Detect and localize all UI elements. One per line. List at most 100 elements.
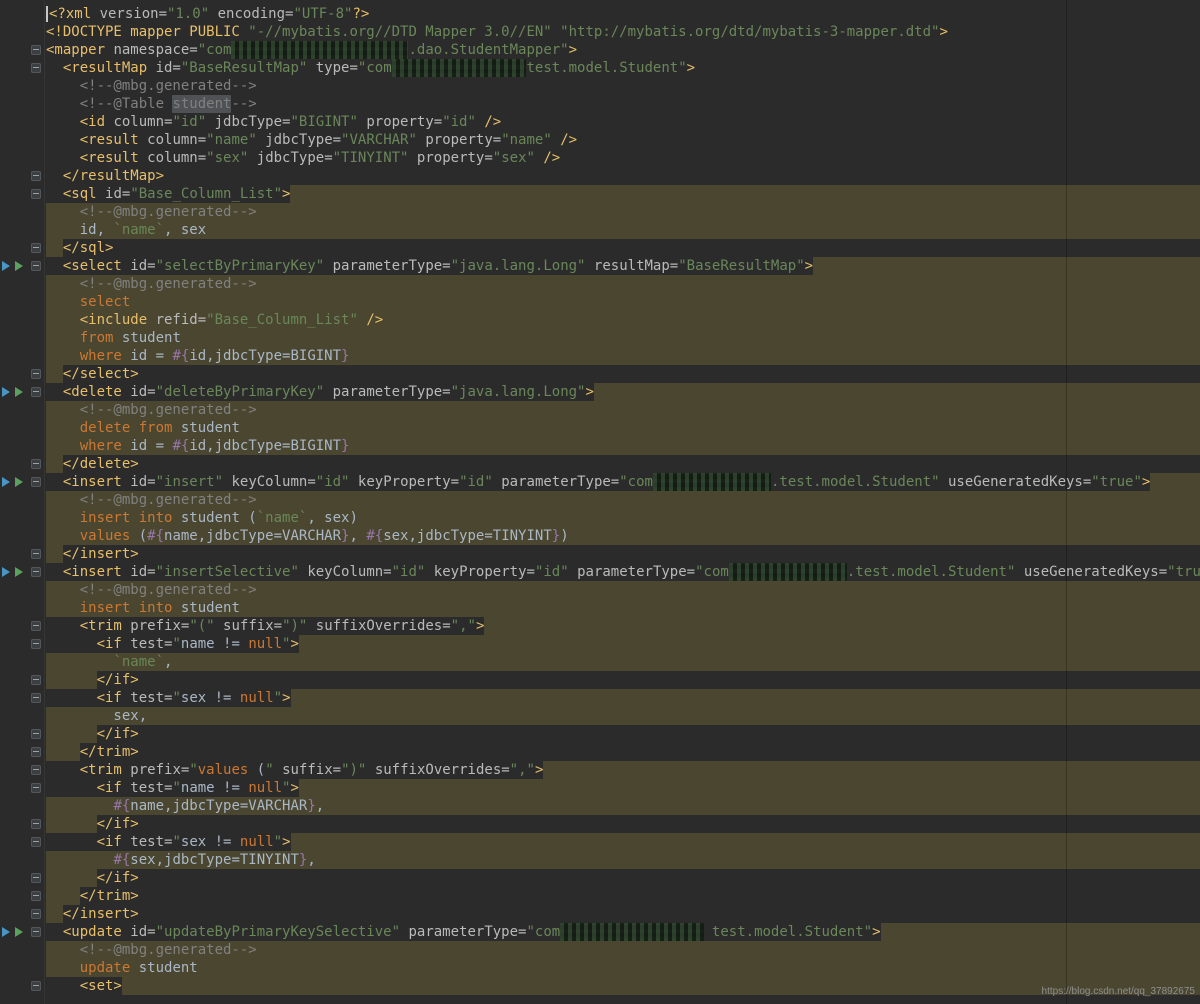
code-line[interactable]: values (#{name,jdbcType=VARCHAR}, #{sex,… bbox=[46, 527, 1200, 545]
code-line[interactable]: </if> bbox=[46, 671, 1200, 689]
fold-icon[interactable] bbox=[31, 261, 41, 271]
code-line[interactable]: <if test="sex != null"> bbox=[46, 689, 1200, 707]
fold-icon[interactable] bbox=[31, 45, 41, 55]
code-line[interactable]: <set> bbox=[46, 977, 1200, 995]
fold-icon[interactable] bbox=[31, 243, 41, 253]
code-line[interactable]: <delete id="deleteByPrimaryKey" paramete… bbox=[46, 383, 1200, 401]
fold-icon[interactable] bbox=[31, 819, 41, 829]
code-area[interactable]: <?xml version="1.0" encoding="UTF-8"?><!… bbox=[46, 0, 1200, 1004]
code-line[interactable]: id, `name`, sex bbox=[46, 221, 1200, 239]
code-token: type= bbox=[316, 59, 358, 77]
fold-icon[interactable] bbox=[31, 981, 41, 991]
code-line[interactable]: <update id="updateByPrimaryKeySelective"… bbox=[46, 923, 1200, 941]
fold-icon[interactable] bbox=[31, 549, 41, 559]
run-icon[interactable] bbox=[15, 477, 23, 487]
run-icon[interactable] bbox=[15, 261, 23, 271]
statement-marker-icons[interactable] bbox=[2, 387, 23, 397]
fold-icon[interactable] bbox=[31, 927, 41, 937]
code-line[interactable]: <!--@mbg.generated--> bbox=[46, 77, 1200, 95]
statement-marker-icons[interactable] bbox=[2, 261, 23, 271]
code-line[interactable]: <if test="name != null"> bbox=[46, 635, 1200, 653]
code-line[interactable]: <trim prefix="(" suffix=")" suffixOverri… bbox=[46, 617, 1200, 635]
code-line[interactable]: </insert> bbox=[46, 905, 1200, 923]
statement-marker-icons[interactable] bbox=[2, 477, 23, 487]
code-line[interactable]: <!--@mbg.generated--> bbox=[46, 275, 1200, 293]
fold-icon[interactable] bbox=[31, 675, 41, 685]
code-line[interactable]: <if test="name != null"> bbox=[46, 779, 1200, 797]
code-line[interactable]: </insert> bbox=[46, 545, 1200, 563]
code-line[interactable]: </select> bbox=[46, 365, 1200, 383]
code-line[interactable]: delete from student bbox=[46, 419, 1200, 437]
code-line[interactable]: <id column="id" jdbcType="BIGINT" proper… bbox=[46, 113, 1200, 131]
code-line[interactable]: <!--@mbg.generated--> bbox=[46, 491, 1200, 509]
code-line[interactable]: <!--@mbg.generated--> bbox=[46, 581, 1200, 599]
code-line[interactable]: <mapper namespace="com .dao.StudentMappe… bbox=[46, 41, 1200, 59]
code-line[interactable]: where id = #{id,jdbcType=BIGINT} bbox=[46, 437, 1200, 455]
fold-icon[interactable] bbox=[31, 63, 41, 73]
code-line[interactable]: <insert id="insertSelective" keyColumn="… bbox=[46, 563, 1200, 581]
statement-marker-icons[interactable] bbox=[2, 927, 23, 937]
code-line[interactable]: insert into student bbox=[46, 599, 1200, 617]
fold-icon[interactable] bbox=[31, 639, 41, 649]
code-line[interactable]: <insert id="insert" keyColumn="id" keyPr… bbox=[46, 473, 1200, 491]
code-line[interactable]: <!--@mbg.generated--> bbox=[46, 203, 1200, 221]
mybatis-nav-icon[interactable] bbox=[2, 567, 10, 577]
code-line[interactable]: </if> bbox=[46, 869, 1200, 887]
code-line[interactable]: <include refid="Base_Column_List" /> bbox=[46, 311, 1200, 329]
code-line[interactable]: update student bbox=[46, 959, 1200, 977]
code-token: "," bbox=[510, 761, 535, 779]
mybatis-nav-icon[interactable] bbox=[2, 477, 10, 487]
fold-icon[interactable] bbox=[31, 783, 41, 793]
code-line[interactable]: <!--@Table student--> bbox=[46, 95, 1200, 113]
code-line[interactable]: <result column="name" jdbcType="VARCHAR"… bbox=[46, 131, 1200, 149]
code-line[interactable]: <!--@mbg.generated--> bbox=[46, 401, 1200, 419]
code-line[interactable]: <!DOCTYPE mapper PUBLIC "-//mybatis.org/… bbox=[46, 23, 1200, 41]
fold-icon[interactable] bbox=[31, 729, 41, 739]
code-line[interactable]: <resultMap id="BaseResultMap" type="com … bbox=[46, 59, 1200, 77]
mybatis-nav-icon[interactable] bbox=[2, 261, 10, 271]
code-line[interactable]: from student bbox=[46, 329, 1200, 347]
code-line[interactable]: where id = #{id,jdbcType=BIGINT} bbox=[46, 347, 1200, 365]
code-line[interactable]: </sql> bbox=[46, 239, 1200, 257]
mybatis-nav-icon[interactable] bbox=[2, 927, 10, 937]
code-line[interactable]: #{sex,jdbcType=TINYINT}, bbox=[46, 851, 1200, 869]
code-line[interactable]: </if> bbox=[46, 815, 1200, 833]
fold-icon[interactable] bbox=[31, 837, 41, 847]
run-icon[interactable] bbox=[15, 927, 23, 937]
fold-icon[interactable] bbox=[31, 891, 41, 901]
code-line[interactable]: <!--@mbg.generated--> bbox=[46, 941, 1200, 959]
code-line[interactable]: <result column="sex" jdbcType="TINYINT" … bbox=[46, 149, 1200, 167]
fold-icon[interactable] bbox=[31, 747, 41, 757]
code-line[interactable]: </resultMap> bbox=[46, 167, 1200, 185]
fold-icon[interactable] bbox=[31, 873, 41, 883]
code-line[interactable]: <if test="sex != null"> bbox=[46, 833, 1200, 851]
fold-icon[interactable] bbox=[31, 909, 41, 919]
fold-icon[interactable] bbox=[31, 189, 41, 199]
fold-icon[interactable] bbox=[31, 567, 41, 577]
code-line[interactable]: <?xml version="1.0" encoding="UTF-8"?> bbox=[46, 5, 1200, 23]
code-line[interactable]: </trim> bbox=[46, 887, 1200, 905]
code-line[interactable]: </trim> bbox=[46, 743, 1200, 761]
code-line[interactable]: <select id="selectByPrimaryKey" paramete… bbox=[46, 257, 1200, 275]
fold-icon[interactable] bbox=[31, 387, 41, 397]
fold-icon[interactable] bbox=[31, 459, 41, 469]
code-line[interactable]: select bbox=[46, 293, 1200, 311]
fold-icon[interactable] bbox=[31, 477, 41, 487]
fold-icon[interactable] bbox=[31, 621, 41, 631]
mybatis-nav-icon[interactable] bbox=[2, 387, 10, 397]
code-line[interactable]: <trim prefix="values (" suffix=")" suffi… bbox=[46, 761, 1200, 779]
fold-icon[interactable] bbox=[31, 765, 41, 775]
run-icon[interactable] bbox=[15, 387, 23, 397]
fold-icon[interactable] bbox=[31, 693, 41, 703]
code-line[interactable]: #{name,jdbcType=VARCHAR}, bbox=[46, 797, 1200, 815]
code-line[interactable]: sex, bbox=[46, 707, 1200, 725]
code-line[interactable]: <sql id="Base_Column_List"> bbox=[46, 185, 1200, 203]
code-line[interactable]: `name`, bbox=[46, 653, 1200, 671]
code-line[interactable]: </delete> bbox=[46, 455, 1200, 473]
statement-marker-icons[interactable] bbox=[2, 567, 23, 577]
code-line[interactable]: insert into student (`name`, sex) bbox=[46, 509, 1200, 527]
fold-icon[interactable] bbox=[31, 369, 41, 379]
run-icon[interactable] bbox=[15, 567, 23, 577]
code-line[interactable]: </if> bbox=[46, 725, 1200, 743]
fold-icon[interactable] bbox=[31, 171, 41, 181]
